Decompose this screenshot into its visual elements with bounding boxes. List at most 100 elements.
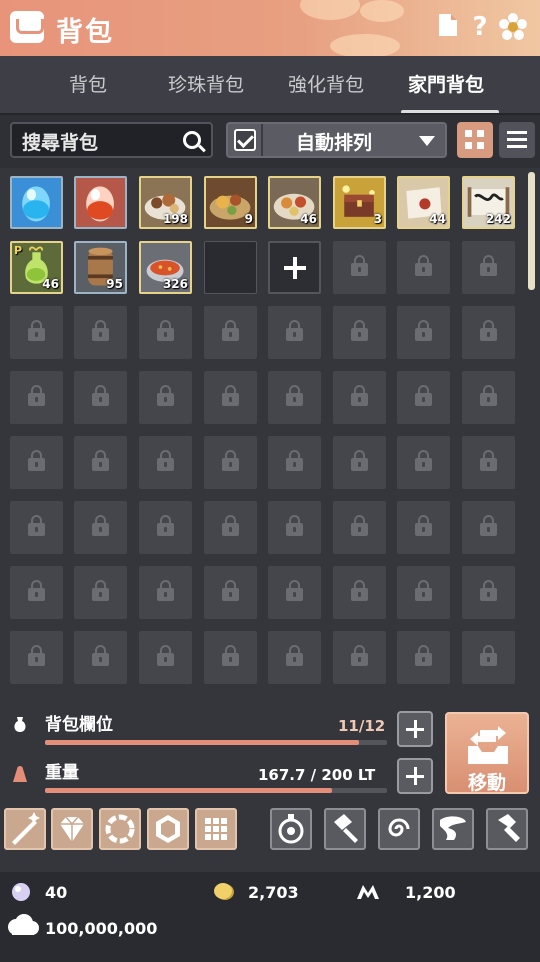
locked-slot [139,501,192,554]
lock-icon [157,645,174,666]
locked-slot [139,631,192,684]
locked-slot [333,631,386,684]
grid-view-button[interactable] [457,122,493,158]
locked-slot [333,306,386,359]
lock-icon [92,580,109,601]
search-input[interactable]: 搜尋背包 [10,122,213,158]
tab-family-bag[interactable]: 家門背包 [408,70,484,97]
weight-value: 167.7 / 200 LT [258,766,376,784]
locked-slot [333,371,386,424]
add-slot-button[interactable] [397,711,433,747]
window-title: 背包 [56,17,114,48]
weight-label: 重量 [45,763,79,783]
lock-icon [286,515,303,536]
tab-bag[interactable]: 背包 [69,70,107,97]
lock-icon [92,515,109,536]
craft-hammer-icon[interactable] [486,808,528,850]
cloud-decoration [300,0,360,20]
tab-pearl-bag[interactable]: 珍珠背包 [168,70,244,97]
locked-slot [462,631,515,684]
lock-icon [480,450,497,471]
inventory-item-slot[interactable]: 326 [139,241,192,294]
locked-slot [74,566,127,619]
locked-slot [462,566,515,619]
locked-slot [462,371,515,424]
lock-icon [92,385,109,406]
red-crystal-egg-icon [76,178,125,227]
locked-slot [268,566,321,619]
inventory-item-slot[interactable] [10,176,63,229]
locked-slot [74,631,127,684]
inventory-item-slot[interactable]: P 46 [10,241,63,294]
search-icon[interactable] [183,131,201,149]
locked-slot [397,631,450,684]
premium-badge: P [14,244,23,257]
inventory-item-slot[interactable]: 44 [397,176,450,229]
expand-slot-button[interactable] [268,241,321,294]
locked-slot [268,501,321,554]
inventory-item-slot[interactable]: 242 [462,176,515,229]
diamond-icon[interactable] [51,808,93,850]
locked-slot [139,566,192,619]
lock-icon [286,580,303,601]
compass-icon[interactable] [270,808,312,850]
inventory-item-slot[interactable]: 3 [333,176,386,229]
tab-enhance-bag[interactable]: 強化背包 [288,70,364,97]
silver-coin-icon [214,883,234,900]
settings-flower-icon[interactable] [498,12,527,42]
lock-icon [480,515,497,536]
help-button[interactable]: ? [466,12,494,42]
lock-icon [351,255,368,276]
lock-icon [157,320,174,341]
cloud-decoration [360,0,404,22]
ring-icon[interactable] [99,808,141,850]
inventory-item-slot[interactable]: 9 [204,176,257,229]
locked-slot [139,306,192,359]
lock-icon [286,320,303,341]
locked-slot [139,371,192,424]
pouch-icon [14,717,26,732]
lock-icon [92,450,109,471]
lock-icon [415,255,432,276]
transfer-icon [468,726,508,764]
pearl-amount: 40 [45,883,68,902]
mileage-amount: 1,200 [405,883,456,902]
move-button[interactable]: 移動 [445,712,529,794]
locked-slot [204,371,257,424]
item-quantity: 3 [373,212,382,226]
sparkle-sword-icon[interactable] [4,808,46,850]
cloud-icon [8,914,39,935]
lock-icon [222,320,239,341]
item-quantity: 46 [42,277,59,291]
weight-icon [13,766,27,782]
locked-slot [268,631,321,684]
lock-icon [286,450,303,471]
hammer-icon[interactable] [324,808,366,850]
grid-menu-icon[interactable] [195,808,237,850]
scrollbar[interactable] [528,172,535,290]
locked-slot [10,566,63,619]
lock-icon [351,580,368,601]
sort-dropdown[interactable]: 自動排列 [226,122,447,158]
tornado-icon[interactable] [432,808,474,850]
inventory-item-slot[interactable]: 198 [139,176,192,229]
add-weight-button[interactable] [397,758,433,794]
list-view-button[interactable] [499,122,535,158]
item-quantity: 44 [429,212,446,226]
locked-slot [74,371,127,424]
lock-icon [415,515,432,536]
lock-icon [415,450,432,471]
locked-slot [462,306,515,359]
item-quantity: 46 [300,212,317,226]
auto-sort-checkbox[interactable] [234,129,256,151]
inventory-item-slot[interactable]: 46 [268,176,321,229]
inventory-item-slot[interactable] [74,176,127,229]
lock-icon [92,645,109,666]
page-icon[interactable] [434,12,462,42]
empty-slot[interactable] [204,241,257,294]
locked-slot [397,436,450,489]
inventory-item-slot[interactable]: 95 [74,241,127,294]
bag-icon [10,11,44,43]
spiral-icon[interactable] [378,808,420,850]
crystal-icon[interactable] [147,808,189,850]
